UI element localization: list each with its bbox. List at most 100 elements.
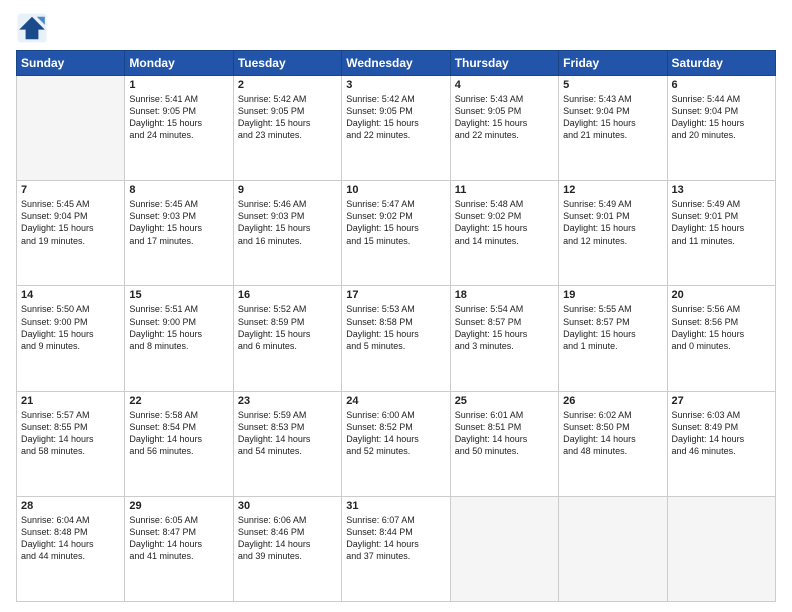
day-number: 14 — [21, 289, 120, 301]
calendar-cell: 8Sunrise: 5:45 AM Sunset: 9:03 PM Daylig… — [125, 181, 233, 286]
day-number: 16 — [238, 289, 337, 301]
calendar-week-row: 14 Sunrise: 5:50 AM Sunset: 9:00 PM Dayli… — [17, 286, 776, 391]
calendar-table: SundayMondayTuesdayWednesdayThursdayFrid… — [16, 50, 776, 602]
cell-info: Sunrise: 5:50 AM Sunset: 9:00 PM Dayligh… — [21, 303, 120, 352]
calendar-cell: 1Sunrise: 5:41 AM Sunset: 9:05 PM Daylig… — [125, 76, 233, 181]
calendar-cell: 15 Sunrise: 5:51 AM Sunset: 9:00 PM Dayli… — [125, 286, 233, 391]
cell-info: Sunrise: 5:47 AM Sunset: 9:02 PM Dayligh… — [346, 198, 445, 247]
calendar-cell: 22 Sunrise: 5:58 AM Sunset: 8:54 PM Dayli… — [125, 391, 233, 496]
calendar-cell: 25Sunrise: 6:01 AM Sunset: 8:51 PM Dayli… — [450, 391, 558, 496]
calendar-header-row: SundayMondayTuesdayWednesdayThursdayFrid… — [17, 51, 776, 76]
calendar-cell: 20 Sunrise: 5:56 AM Sunset: 8:56 PM Dayli… — [667, 286, 775, 391]
cell-info: Sunrise: 6:07 AM Sunset: 8:44 PM Dayligh… — [346, 514, 445, 563]
day-number: 11 — [455, 184, 554, 196]
calendar-cell: 10 Sunrise: 5:47 AM Sunset: 9:02 PM Dayli… — [342, 181, 450, 286]
page: SundayMondayTuesdayWednesdayThursdayFrid… — [0, 0, 792, 612]
weekday-header: Thursday — [450, 51, 558, 76]
cell-info: Sunrise: 5:49 AM Sunset: 9:01 PM Dayligh… — [563, 198, 662, 247]
calendar-cell — [559, 496, 667, 601]
calendar-cell: 13Sunrise: 5:49 AM Sunset: 9:01 PM Dayli… — [667, 181, 775, 286]
cell-info: Sunrise: 5:44 AM Sunset: 9:04 PM Dayligh… — [672, 93, 771, 142]
calendar-cell: 31Sunrise: 6:07 AM Sunset: 8:44 PM Dayli… — [342, 496, 450, 601]
header — [16, 12, 776, 44]
calendar-cell: 7Sunrise: 5:45 AM Sunset: 9:04 PM Daylig… — [17, 181, 125, 286]
day-number: 10 — [346, 184, 445, 196]
cell-info: Sunrise: 5:46 AM Sunset: 9:03 PM Dayligh… — [238, 198, 337, 247]
calendar-cell: 4Sunrise: 5:43 AM Sunset: 9:05 PM Daylig… — [450, 76, 558, 181]
weekday-header: Wednesday — [342, 51, 450, 76]
day-number: 24 — [346, 395, 445, 407]
calendar-cell: 19 Sunrise: 5:55 AM Sunset: 8:57 PM Dayli… — [559, 286, 667, 391]
calendar-cell: 21 Sunrise: 5:57 AM Sunset: 8:55 PM Dayli… — [17, 391, 125, 496]
cell-info: Sunrise: 5:48 AM Sunset: 9:02 PM Dayligh… — [455, 198, 554, 247]
logo-icon — [16, 12, 48, 44]
calendar-cell: 26 Sunrise: 6:02 AM Sunset: 8:50 PM Dayli… — [559, 391, 667, 496]
day-number: 12 — [563, 184, 662, 196]
cell-info: Sunrise: 5:45 AM Sunset: 9:04 PM Dayligh… — [21, 198, 120, 247]
day-number: 9 — [238, 184, 337, 196]
day-number: 21 — [21, 395, 120, 407]
cell-info: Sunrise: 5:42 AM Sunset: 9:05 PM Dayligh… — [346, 93, 445, 142]
cell-info: Sunrise: 5:57 AM Sunset: 8:55 PM Dayligh… — [21, 409, 120, 458]
day-number: 3 — [346, 79, 445, 91]
calendar-week-row: 1Sunrise: 5:41 AM Sunset: 9:05 PM Daylig… — [17, 76, 776, 181]
cell-info: Sunrise: 6:06 AM Sunset: 8:46 PM Dayligh… — [238, 514, 337, 563]
day-number: 19 — [563, 289, 662, 301]
logo — [16, 12, 52, 44]
cell-info: Sunrise: 5:41 AM Sunset: 9:05 PM Dayligh… — [129, 93, 228, 142]
weekday-header: Monday — [125, 51, 233, 76]
cell-info: Sunrise: 6:02 AM Sunset: 8:50 PM Dayligh… — [563, 409, 662, 458]
day-number: 28 — [21, 500, 120, 512]
calendar-cell: 9 Sunrise: 5:46 AM Sunset: 9:03 PM Daylig… — [233, 181, 341, 286]
calendar-cell — [450, 496, 558, 601]
day-number: 13 — [672, 184, 771, 196]
cell-info: Sunrise: 5:55 AM Sunset: 8:57 PM Dayligh… — [563, 303, 662, 352]
day-number: 4 — [455, 79, 554, 91]
cell-info: Sunrise: 5:51 AM Sunset: 9:00 PM Dayligh… — [129, 303, 228, 352]
cell-info: Sunrise: 5:54 AM Sunset: 8:57 PM Dayligh… — [455, 303, 554, 352]
calendar-cell — [17, 76, 125, 181]
calendar-cell: 23 Sunrise: 5:59 AM Sunset: 8:53 PM Dayli… — [233, 391, 341, 496]
cell-info: Sunrise: 6:04 AM Sunset: 8:48 PM Dayligh… — [21, 514, 120, 563]
calendar-cell: 17Sunrise: 5:53 AM Sunset: 8:58 PM Dayli… — [342, 286, 450, 391]
day-number: 29 — [129, 500, 228, 512]
calendar-cell: 18 Sunrise: 5:54 AM Sunset: 8:57 PM Dayli… — [450, 286, 558, 391]
day-number: 8 — [129, 184, 228, 196]
weekday-header: Tuesday — [233, 51, 341, 76]
calendar-cell: 29 Sunrise: 6:05 AM Sunset: 8:47 PM Dayli… — [125, 496, 233, 601]
calendar-cell: 12 Sunrise: 5:49 AM Sunset: 9:01 PM Dayli… — [559, 181, 667, 286]
calendar-week-row: 21 Sunrise: 5:57 AM Sunset: 8:55 PM Dayli… — [17, 391, 776, 496]
calendar-week-row: 7Sunrise: 5:45 AM Sunset: 9:04 PM Daylig… — [17, 181, 776, 286]
day-number: 15 — [129, 289, 228, 301]
weekday-header: Sunday — [17, 51, 125, 76]
calendar-cell: 16 Sunrise: 5:52 AM Sunset: 8:59 PM Dayli… — [233, 286, 341, 391]
calendar-cell: 30Sunrise: 6:06 AM Sunset: 8:46 PM Dayli… — [233, 496, 341, 601]
day-number: 2 — [238, 79, 337, 91]
weekday-header: Saturday — [667, 51, 775, 76]
cell-info: Sunrise: 6:00 AM Sunset: 8:52 PM Dayligh… — [346, 409, 445, 458]
day-number: 26 — [563, 395, 662, 407]
cell-info: Sunrise: 5:43 AM Sunset: 9:04 PM Dayligh… — [563, 93, 662, 142]
calendar-cell: 27Sunrise: 6:03 AM Sunset: 8:49 PM Dayli… — [667, 391, 775, 496]
calendar-cell: 2Sunrise: 5:42 AM Sunset: 9:05 PM Daylig… — [233, 76, 341, 181]
cell-info: Sunrise: 5:53 AM Sunset: 8:58 PM Dayligh… — [346, 303, 445, 352]
calendar-cell — [667, 496, 775, 601]
calendar-cell: 14 Sunrise: 5:50 AM Sunset: 9:00 PM Dayli… — [17, 286, 125, 391]
cell-info: Sunrise: 5:56 AM Sunset: 8:56 PM Dayligh… — [672, 303, 771, 352]
day-number: 22 — [129, 395, 228, 407]
cell-info: Sunrise: 6:01 AM Sunset: 8:51 PM Dayligh… — [455, 409, 554, 458]
day-number: 27 — [672, 395, 771, 407]
day-number: 18 — [455, 289, 554, 301]
cell-info: Sunrise: 5:52 AM Sunset: 8:59 PM Dayligh… — [238, 303, 337, 352]
day-number: 5 — [563, 79, 662, 91]
cell-info: Sunrise: 5:58 AM Sunset: 8:54 PM Dayligh… — [129, 409, 228, 458]
day-number: 20 — [672, 289, 771, 301]
day-number: 23 — [238, 395, 337, 407]
calendar-cell: 11 Sunrise: 5:48 AM Sunset: 9:02 PM Dayli… — [450, 181, 558, 286]
weekday-header: Friday — [559, 51, 667, 76]
calendar-cell: 3 Sunrise: 5:42 AM Sunset: 9:05 PM Daylig… — [342, 76, 450, 181]
cell-info: Sunrise: 5:59 AM Sunset: 8:53 PM Dayligh… — [238, 409, 337, 458]
calendar-cell: 24 Sunrise: 6:00 AM Sunset: 8:52 PM Dayli… — [342, 391, 450, 496]
cell-info: Sunrise: 6:05 AM Sunset: 8:47 PM Dayligh… — [129, 514, 228, 563]
calendar-cell: 28 Sunrise: 6:04 AM Sunset: 8:48 PM Dayli… — [17, 496, 125, 601]
